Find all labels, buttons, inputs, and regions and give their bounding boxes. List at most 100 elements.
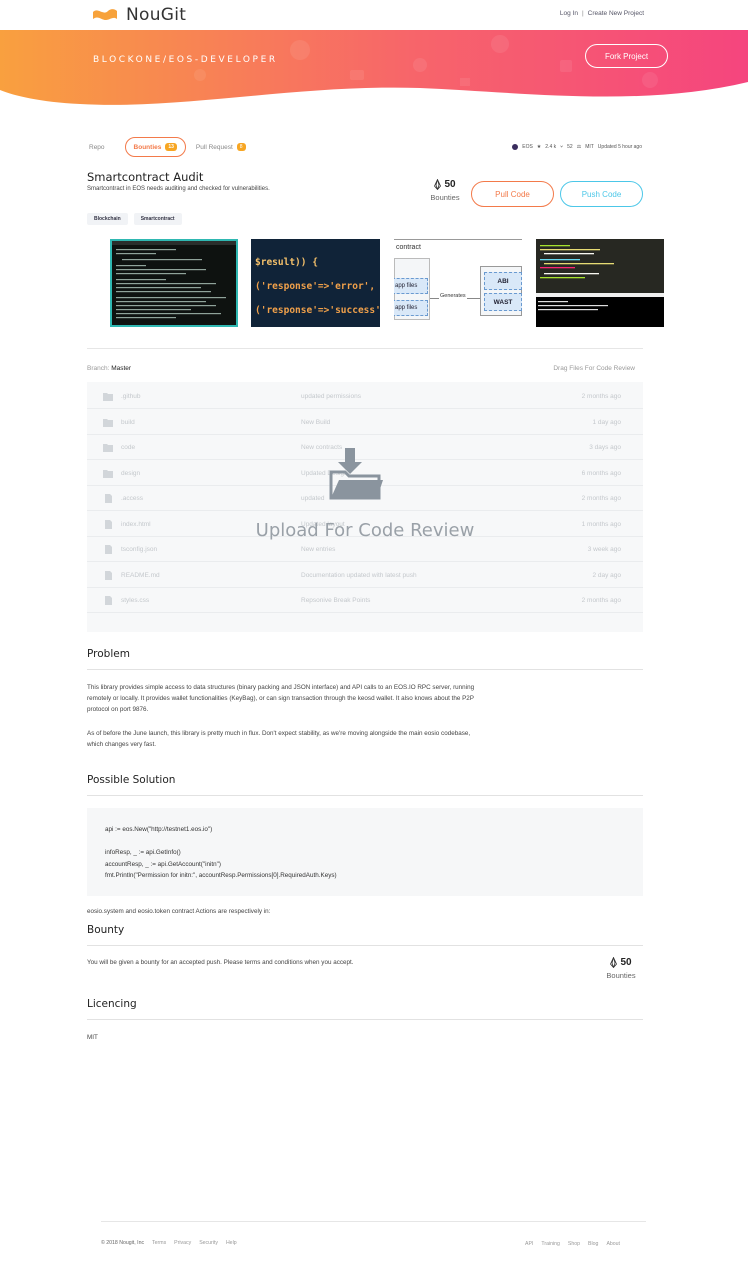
- nougit-logo-icon: [93, 9, 117, 20]
- repo-tabs: Repo Bounties 13 Pull Request 8: [87, 137, 248, 157]
- diagram-wast: WAST: [484, 293, 522, 311]
- link-separator: |: [581, 10, 584, 17]
- bounties-count-badge: 13: [165, 143, 177, 151]
- footer-right: API Training Shop Blog About: [525, 1241, 620, 1247]
- star-icon: ★: [536, 144, 542, 150]
- diagram-app-files-2: app files: [394, 300, 428, 316]
- tab-repo-label: Repo: [89, 143, 105, 151]
- eos-icon: [610, 957, 618, 968]
- footer-left: © 2018 Nougit, Inc Terms Privacy Securit…: [101, 1240, 237, 1246]
- bounty-text: You will be given a bounty for an accept…: [87, 959, 354, 966]
- upload-dropzone[interactable]: Upload For Code Review: [87, 382, 643, 632]
- code-line: api := eos.New("http://testnet1.eos.io"): [105, 826, 213, 833]
- solution-after-text: eosio.system and eosio.token contract Ac…: [87, 908, 271, 915]
- diagram-abi: ABI: [484, 272, 522, 290]
- repo-forks: 52: [567, 144, 573, 150]
- brand-name: NouGit: [126, 5, 187, 25]
- fork-project-button[interactable]: Fork Project: [585, 44, 668, 68]
- screenshot-editor[interactable]: [536, 239, 664, 327]
- screenshot-diagram[interactable]: contract app files app files Generates A…: [394, 239, 522, 327]
- code-line-3: ('response'=>'success');: [255, 305, 380, 316]
- repo-language: EOS: [522, 144, 533, 150]
- footer-link-blog[interactable]: Blog: [588, 1241, 598, 1247]
- bounty-label: Bounties: [430, 193, 460, 202]
- project-description: Smartcontract in EOS needs auditing and …: [87, 186, 270, 192]
- project-tags: Blockchain Smartcontract: [87, 213, 182, 225]
- terminal-lines: [112, 241, 236, 319]
- code-line: fmt.Println("Permission for initn:", acc…: [105, 872, 337, 879]
- licencing-heading: Licencing: [87, 998, 137, 1010]
- project-title: Smartcontract Audit: [87, 170, 204, 184]
- problem-heading: Problem: [87, 648, 130, 660]
- screenshot-terminal[interactable]: [110, 239, 238, 327]
- diagram-generates: Generates: [439, 293, 467, 299]
- footer-link-about[interactable]: About: [606, 1241, 620, 1247]
- drag-files-label: Drag Files For Code Review: [553, 365, 635, 372]
- repo-updated: Updated 5 hour ago: [597, 144, 642, 150]
- footer-link-training[interactable]: Training: [541, 1241, 560, 1247]
- diagram-title: contract: [396, 244, 421, 251]
- create-project-link[interactable]: Create New Project: [588, 10, 644, 17]
- problem-paragraph-1: This library provides simple access to d…: [87, 684, 475, 713]
- tab-bounties[interactable]: Bounties 13: [124, 137, 186, 157]
- fork-icon: ⑂: [560, 144, 564, 150]
- screenshot-code[interactable]: $result)) { ('response'=>'error', 'mes (…: [251, 239, 380, 327]
- code-line-1: $result)) {: [255, 257, 318, 268]
- footer-link-api[interactable]: API: [525, 1241, 533, 1247]
- code-line-2: ('response'=>'error', 'mes: [255, 281, 380, 292]
- hero-banner: BLOCKONE/EOS-DEVELOPER Fork Project: [0, 30, 748, 114]
- footer-link-security[interactable]: Security: [199, 1240, 218, 1246]
- repo-meta: EOS ★ 2.4 k ⑂ 52 ⚖ MIT Updated 5 hour ag…: [512, 144, 642, 150]
- bounty-amount-label: Bounties: [606, 971, 636, 980]
- tab-repo[interactable]: Repo: [87, 138, 107, 157]
- footer-link-terms[interactable]: Terms: [152, 1240, 166, 1246]
- tag-smartcontract[interactable]: Smartcontract: [133, 213, 182, 225]
- problem-divider: [87, 669, 643, 670]
- branch-label: Branch:: [87, 365, 110, 372]
- code-line: infoResp, _ := api.GetInfo(): [105, 849, 181, 856]
- upload-folder-icon: [329, 448, 383, 500]
- login-link[interactable]: Log In: [560, 10, 578, 17]
- repo-path-title: BLOCKONE/EOS-DEVELOPER: [93, 55, 278, 65]
- tab-bounties-label: Bounties: [133, 143, 162, 151]
- bounty-divider: [87, 945, 643, 946]
- branch-selector[interactable]: Branch: Master: [87, 365, 131, 372]
- upload-text: Upload For Code Review: [255, 520, 475, 541]
- tag-blockchain[interactable]: Blockchain: [87, 213, 128, 225]
- tab-pull-request[interactable]: Pull Request 8: [194, 137, 248, 157]
- bounty-value: 50: [444, 179, 456, 190]
- bounty-summary: 50 Bounties: [424, 179, 466, 202]
- solution-divider: [87, 795, 643, 796]
- diagram-app-files-1: app files: [394, 278, 428, 294]
- solution-heading: Possible Solution: [87, 774, 176, 786]
- license-icon: ⚖: [576, 144, 582, 150]
- bounty-amount: 50 Bounties: [600, 957, 642, 980]
- brand-logo[interactable]: NouGit: [92, 5, 186, 25]
- pull-code-button[interactable]: Pull Code: [471, 181, 554, 207]
- pull-request-count-badge: 8: [236, 143, 246, 151]
- copyright: © 2018 Nougit, Inc: [101, 1240, 145, 1246]
- footer-link-shop[interactable]: Shop: [568, 1241, 580, 1247]
- problem-paragraph-2: As of before the June launch, this libra…: [87, 730, 471, 748]
- footer-divider: [101, 1221, 646, 1222]
- repo-stars: 2.4 k: [545, 144, 557, 150]
- hero-background: [0, 30, 748, 105]
- eos-icon: [434, 179, 442, 190]
- code-line: accountResp, _ := api.GetAccount("initn"…: [105, 860, 221, 868]
- footer-link-help[interactable]: Help: [226, 1240, 237, 1246]
- licence-value: MIT: [87, 1034, 98, 1041]
- footer-link-privacy[interactable]: Privacy: [174, 1240, 191, 1246]
- bounty-heading: Bounty: [87, 924, 125, 936]
- top-navbar: NouGit Log In | Create New Project: [0, 0, 748, 30]
- bounty-amount-value: 50: [620, 957, 632, 968]
- solution-code-block: api := eos.New("http://testnet1.eos.io")…: [87, 808, 643, 896]
- editor-lines: [536, 239, 664, 327]
- repo-license: MIT: [585, 144, 594, 150]
- branch-value: Master: [111, 365, 132, 372]
- tab-pull-request-label: Pull Request: [195, 143, 233, 151]
- licencing-divider: [87, 1019, 643, 1020]
- section-divider: [87, 348, 643, 349]
- language-dot-icon: [512, 144, 519, 150]
- push-code-button[interactable]: Push Code: [560, 181, 643, 207]
